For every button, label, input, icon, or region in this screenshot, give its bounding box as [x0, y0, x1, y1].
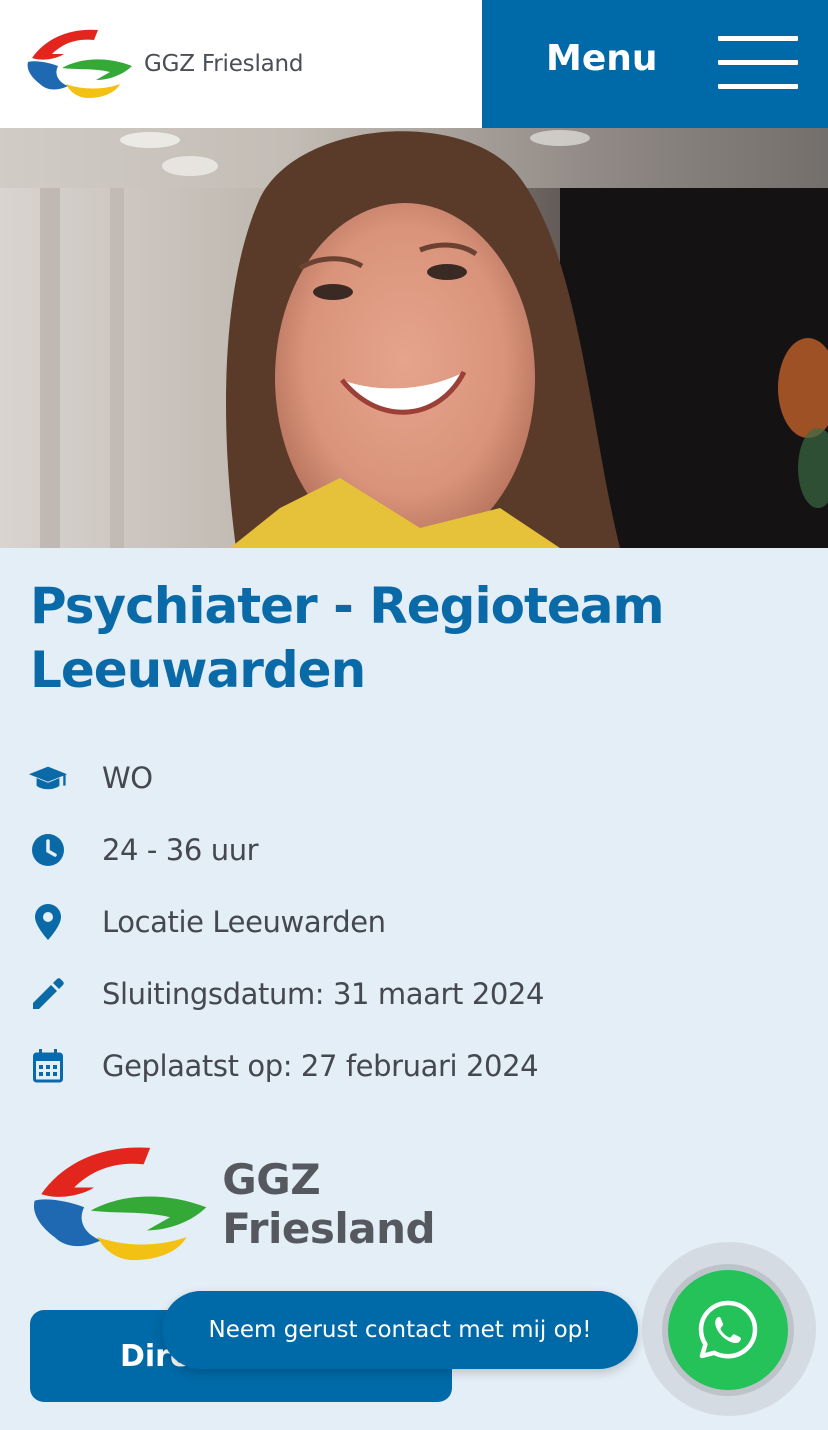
hero-image — [0, 128, 828, 548]
graduation-cap-icon — [28, 758, 68, 798]
hamburger-icon — [718, 36, 798, 92]
fact-location: Locatie Leeuwarden — [28, 886, 788, 958]
whatsapp-button[interactable] — [668, 1270, 788, 1390]
job-title: Psychiater - Regioteam Leeuwarden — [30, 577, 665, 699]
ggz-logo-mark-icon — [33, 1147, 207, 1261]
fact-text: WO — [102, 761, 153, 795]
fact-text: Locatie Leeuwarden — [102, 905, 386, 939]
map-pin-icon — [28, 902, 68, 942]
fact-text: 24 - 36 uur — [102, 833, 259, 867]
fact-text: Geplaatst op: 27 februari 2024 — [102, 1049, 539, 1083]
job-facts-list: WO 24 - 36 uur Locatie Leeuwarden Sluiti… — [28, 742, 788, 1102]
employer-logo-text: GGZ Friesland — [222, 1155, 436, 1253]
employer-logo: GGZ Friesland — [28, 1134, 528, 1274]
ggz-logo-mark-icon — [27, 29, 132, 98]
fact-education: WO — [28, 742, 788, 814]
chat-prompt-text: Neem gerust contact met mij op! — [208, 1317, 592, 1343]
site-header: GGZ Friesland Menu — [0, 0, 828, 128]
hero-photo — [0, 128, 828, 548]
fact-posted-date: Geplaatst op: 27 februari 2024 — [28, 1030, 788, 1102]
calendar-icon — [28, 1046, 68, 1086]
fact-text: Sluitingsdatum: 31 maart 2024 — [102, 977, 545, 1011]
pencil-icon — [28, 974, 68, 1014]
menu-label: Menu — [546, 38, 658, 79]
menu-button[interactable]: Menu — [482, 0, 828, 128]
fact-closing-date: Sluitingsdatum: 31 maart 2024 — [28, 958, 788, 1030]
clock-icon — [28, 830, 68, 870]
whatsapp-icon — [698, 1300, 758, 1359]
site-logo-text: GGZ Friesland — [144, 51, 304, 77]
site-logo[interactable]: GGZ Friesland — [24, 24, 314, 104]
chat-prompt-bubble[interactable]: Neem gerust contact met mij op! — [162, 1291, 638, 1369]
fact-hours: 24 - 36 uur — [28, 814, 788, 886]
